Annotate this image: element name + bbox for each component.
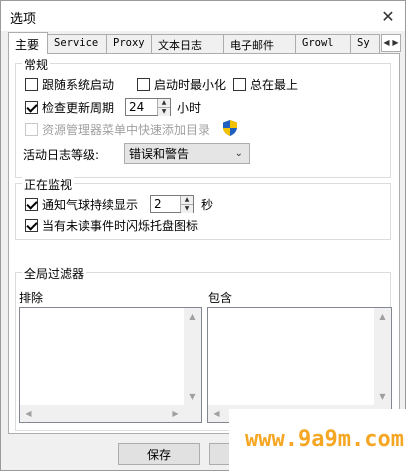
- include-listbox[interactable]: ▲ ▼ ◀ ▶: [207, 307, 392, 423]
- explorer-menu-checkbox[interactable]: 资源管理器菜单中快速添加目录: [25, 120, 210, 138]
- log-level-label: 活动日志等级:: [23, 147, 100, 162]
- log-level-value: 错误和警告: [129, 147, 190, 161]
- start-minimized-label: 启动时最小化: [154, 77, 227, 92]
- include-label: 包含: [208, 290, 233, 305]
- stepper-down-icon[interactable]: ▼: [181, 204, 193, 213]
- tab-scroll-left-icon[interactable]: ◀: [382, 35, 391, 51]
- tab-proxy[interactable]: Proxy: [106, 34, 152, 53]
- global-filters-group-title: 全局过滤器: [22, 265, 87, 282]
- scroll-corner: [184, 405, 201, 422]
- start-with-system-box[interactable]: [25, 77, 38, 91]
- flash-tray-box[interactable]: [25, 218, 38, 232]
- check-updates-box[interactable]: [25, 100, 38, 114]
- tab-email[interactable]: 电子邮件: [223, 34, 296, 53]
- monitoring-group: 正在监视 通知气球持续显示 2 ▲ ▼ 秒 当有未读事件时闪烁托盘图标: [15, 176, 391, 240]
- tab-sy[interactable]: Sy: [350, 34, 380, 53]
- check-updates-label: 检查更新周期: [42, 100, 115, 115]
- always-on-top-checkbox[interactable]: 总在最上: [233, 75, 298, 93]
- check-updates-checkbox[interactable]: 检查更新周期: [25, 98, 114, 116]
- update-interval-value[interactable]: 24: [126, 99, 157, 115]
- watermark-text: www.9a9m.com: [245, 427, 404, 452]
- exclude-hscroll[interactable]: ◀ ▶: [20, 405, 184, 422]
- scroll-down-icon[interactable]: ▼: [374, 388, 391, 405]
- scroll-down-icon[interactable]: ▼: [184, 388, 201, 405]
- update-interval-unit: 小时: [177, 100, 202, 115]
- scroll-up-icon[interactable]: ▲: [374, 308, 391, 325]
- include-vscroll[interactable]: ▲ ▼: [374, 308, 391, 405]
- flash-tray-checkbox[interactable]: 当有未读事件时闪烁托盘图标: [25, 216, 198, 234]
- balloon-duration-unit: 秒: [201, 197, 214, 212]
- window-title: 选项: [10, 12, 37, 27]
- always-on-top-label: 总在最上: [250, 77, 299, 92]
- options-dialog: 选项 ✕ 主要 Service Proxy 文本日志 电子邮件 Growl Sy…: [0, 0, 406, 471]
- scroll-left-icon[interactable]: ◀: [20, 405, 37, 422]
- tab-main[interactable]: 主要: [8, 32, 48, 54]
- balloon-duration-label: 通知气球持续显示: [42, 197, 139, 212]
- log-level-select[interactable]: 错误和警告 ⌄: [124, 143, 250, 164]
- balloon-duration-value[interactable]: 2: [151, 196, 180, 212]
- tab-service[interactable]: Service: [47, 34, 107, 53]
- scroll-left-icon[interactable]: ◀: [208, 405, 225, 422]
- tab-scroll-buttons: ◀ ▶: [381, 34, 401, 52]
- tab-growl[interactable]: Growl: [295, 34, 351, 53]
- shield-icon: [223, 120, 237, 136]
- save-button[interactable]: 保存: [118, 443, 200, 465]
- start-with-system-label: 跟随系统启动: [42, 77, 115, 92]
- start-minimized-checkbox[interactable]: 启动时最小化: [137, 75, 226, 93]
- tab-text-log[interactable]: 文本日志: [151, 34, 224, 53]
- flash-tray-label: 当有未读事件时闪烁托盘图标: [42, 218, 199, 233]
- close-icon[interactable]: ✕: [379, 7, 397, 26]
- stepper-down-icon[interactable]: ▼: [158, 107, 170, 116]
- tab-panel-main: 常规 跟随系统启动 启动时最小化 总在最上 检查更新周期 24 ▲ ▼ 小时 资…: [8, 53, 400, 434]
- monitoring-group-title: 正在监视: [22, 176, 75, 193]
- scroll-up-icon[interactable]: ▲: [184, 308, 201, 325]
- explorer-menu-label: 资源管理器菜单中快速添加目录: [42, 122, 211, 137]
- balloon-duration-stepper[interactable]: 2 ▲ ▼: [150, 195, 194, 213]
- general-group: 常规 跟随系统启动 启动时最小化 总在最上 检查更新周期 24 ▲ ▼ 小时 资…: [15, 56, 391, 178]
- start-with-system-checkbox[interactable]: 跟随系统启动: [25, 75, 114, 93]
- tab-strip: 主要 Service Proxy 文本日志 电子邮件 Growl Sy: [8, 32, 380, 54]
- exclude-vscroll[interactable]: ▲ ▼: [184, 308, 201, 405]
- balloon-duration-checkbox[interactable]: 通知气球持续显示: [25, 195, 138, 213]
- balloon-duration-box[interactable]: [25, 197, 38, 211]
- watermark-overlay: www.9a9m.com: [229, 409, 406, 471]
- general-group-title: 常规: [22, 56, 51, 73]
- always-on-top-box[interactable]: [233, 77, 246, 91]
- start-minimized-box[interactable]: [137, 77, 150, 91]
- title-bar: 选项 ✕: [1, 1, 405, 31]
- scroll-right-icon[interactable]: ▶: [167, 405, 184, 422]
- explorer-menu-box[interactable]: [25, 122, 38, 136]
- stepper-up-icon[interactable]: ▲: [158, 99, 170, 107]
- tab-scroll-right-icon[interactable]: ▶: [391, 35, 400, 51]
- exclude-label: 排除: [19, 290, 44, 305]
- stepper-up-icon[interactable]: ▲: [181, 196, 193, 204]
- chevron-down-icon: ⌄: [234, 148, 243, 159]
- exclude-listbox[interactable]: ▲ ▼ ◀ ▶: [19, 307, 202, 423]
- update-interval-stepper[interactable]: 24 ▲ ▼: [125, 98, 171, 116]
